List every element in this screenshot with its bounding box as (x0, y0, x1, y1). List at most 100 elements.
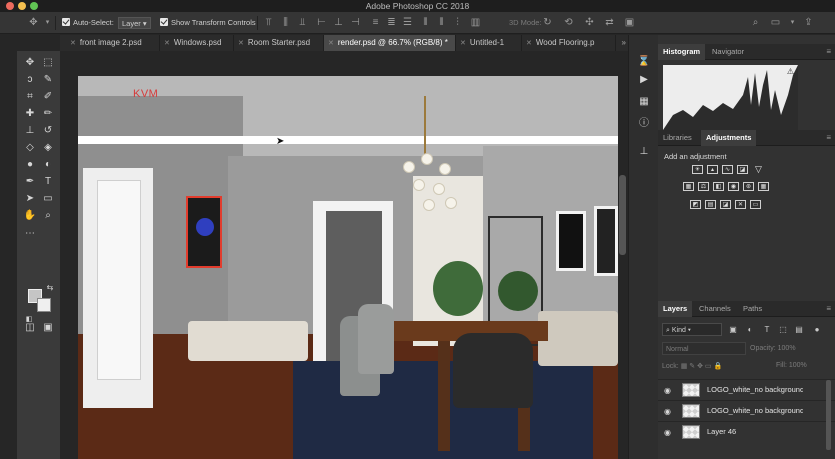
auto-select-checkbox[interactable]: Auto-Select: (62, 17, 114, 29)
tab-untitled-1[interactable]: ✕ Untitled-1 (456, 35, 522, 51)
lasso-tool-icon[interactable]: ↄ (23, 73, 37, 87)
eye-visibility-icon[interactable]: ◉ (664, 407, 671, 416)
panel-menu-icon[interactable]: ≡ (826, 133, 831, 142)
tab-front-image-2[interactable]: ✕ front image 2.psd (66, 35, 160, 51)
distribute-bottom-icon[interactable]: ☰ (402, 17, 413, 28)
brush-tool-icon[interactable]: ✏ (41, 107, 55, 121)
workspace-dropdown-icon[interactable]: ▾ (787, 17, 798, 28)
paint-bucket-tool-icon[interactable]: ◈ (41, 141, 55, 155)
align-top-icon[interactable]: ⫪ (263, 17, 274, 28)
scale-3d-icon[interactable]: ▣ (624, 17, 635, 28)
lock-image-icon[interactable]: ✎ (689, 363, 695, 370)
close-tab-icon[interactable]: ✕ (164, 40, 170, 47)
distribute-right-icon[interactable]: ⫶ (452, 17, 463, 28)
warning-icon[interactable]: ⚠ (787, 67, 794, 76)
share-icon[interactable]: ⇪ (803, 17, 814, 28)
tab-navigator[interactable]: Navigator (707, 44, 749, 60)
photo-filter-icon[interactable]: ◉ (728, 182, 739, 191)
lock-all-icon[interactable]: 🔒 (714, 363, 723, 370)
tab-histogram[interactable]: Histogram (658, 44, 706, 60)
tab-adjustments[interactable]: Adjustments (701, 130, 757, 146)
distribute-hcenter-icon[interactable]: ⫴ (436, 17, 447, 28)
lock-position-icon[interactable]: ✥ (697, 363, 703, 370)
slide-3d-icon[interactable]: ⇄ (604, 17, 615, 28)
workspace-icon[interactable]: ▭ (770, 17, 781, 28)
lock-transparent-icon[interactable]: ▦ (681, 363, 688, 370)
filter-toggle-icon[interactable]: ● (812, 324, 822, 335)
pen-tool-icon[interactable]: ✒ (23, 175, 37, 189)
auto-select-target-select[interactable]: Layer ▾ (118, 17, 151, 29)
tab-render[interactable]: ✕ render.psd @ 66.7% (RGB/8) * (324, 35, 456, 51)
zoom-tool-icon[interactable]: ⌕ (41, 209, 55, 223)
eye-visibility-icon[interactable]: ◉ (664, 428, 671, 437)
panel-menu-icon[interactable]: ≡ (826, 47, 831, 56)
hand-tool-icon[interactable]: ✋ (23, 209, 37, 223)
curves-icon[interactable]: ∿ (722, 165, 733, 174)
search-icon[interactable]: ⌕ (750, 17, 761, 28)
clone-stamp-tool-icon[interactable]: ⊥ (23, 124, 37, 138)
color-balance-icon[interactable]: ⚖ (698, 182, 709, 191)
history-brush-tool-icon[interactable]: ↺ (41, 124, 55, 138)
move-tool-icon[interactable]: ✥ (28, 17, 39, 28)
selective-color-icon[interactable]: ✕ (735, 200, 746, 209)
align-vertical-center-icon[interactable]: ⫼ (280, 17, 291, 28)
healing-brush-tool-icon[interactable]: ✚ (23, 107, 37, 121)
close-tab-icon[interactable]: ✕ (328, 40, 334, 47)
color-lookup-icon[interactable]: ▦ (758, 182, 769, 191)
tab-libraries[interactable]: Libraries (658, 130, 697, 146)
screen-mode-icon[interactable]: ▣ (41, 321, 55, 335)
blend-mode-select[interactable]: Normal (662, 342, 746, 355)
dodge-tool-icon[interactable]: ◐ (41, 158, 55, 172)
filter-type-icon[interactable]: T (762, 324, 772, 335)
properties-panel-icon[interactable]: ▦ (637, 95, 651, 109)
panel-menu-icon[interactable]: ≡ (826, 304, 831, 313)
background-color-swatch[interactable] (37, 298, 51, 312)
tab-paths[interactable]: Paths (738, 301, 767, 317)
eraser-tool-icon[interactable]: ◇ (23, 141, 37, 155)
posterize-icon[interactable]: ▤ (705, 200, 716, 209)
close-tab-icon[interactable]: ✕ (238, 40, 244, 47)
channel-mixer-icon[interactable]: ⊛ (743, 182, 754, 191)
layer-row[interactable]: ◉ Layer 46 (658, 421, 835, 442)
canvas-vertical-scrollbar[interactable] (619, 175, 626, 255)
filter-pixel-icon[interactable]: ▣ (728, 324, 738, 335)
roll-3d-icon[interactable]: ⟲ (563, 17, 574, 28)
crop-tool-icon[interactable]: ⌗ (23, 90, 37, 104)
align-left-icon[interactable]: ⊢ (316, 17, 327, 28)
tabs-overflow-icon[interactable]: » (622, 35, 626, 51)
rectangle-tool-icon[interactable]: ▭ (41, 192, 55, 206)
character-panel-icon[interactable]: ⊥ (637, 145, 651, 159)
orbit-3d-icon[interactable]: ↻ (542, 17, 553, 28)
layer-kind-select[interactable]: ⌕ Kind ▾ (662, 323, 722, 336)
filter-shape-icon[interactable]: ⬚ (778, 324, 788, 335)
filter-smart-object-icon[interactable]: ▤ (794, 324, 804, 335)
show-transform-controls-checkbox[interactable]: Show Transform Controls (160, 17, 256, 29)
blur-tool-icon[interactable]: ● (23, 158, 37, 172)
tab-wood-flooring[interactable]: ✕ Wood Flooring.p (522, 35, 616, 51)
align-bottom-icon[interactable]: ⫫ (297, 17, 308, 28)
tab-room-starter[interactable]: ✕ Room Starter.psd (234, 35, 324, 51)
threshold-icon[interactable]: ◪ (720, 200, 731, 209)
tab-windows[interactable]: ✕ Windows.psd (160, 35, 234, 51)
layer-row[interactable]: ◉ LOGO_white_no background (658, 400, 835, 421)
more-tools-icon[interactable]: ⋯ (23, 227, 37, 241)
history-panel-icon[interactable]: ⌛ (637, 55, 651, 69)
layer-row[interactable]: ◉ LOGO_white_no background (658, 379, 835, 400)
gradient-map-icon[interactable]: ▭ (750, 200, 761, 209)
distribute-left-icon[interactable]: ⦀ (420, 17, 431, 28)
eyedropper-tool-icon[interactable]: ✐ (41, 90, 55, 104)
align-horizontal-center-icon[interactable]: ⊥ (333, 17, 344, 28)
document-canvas[interactable]: KVM ➤ (78, 76, 618, 459)
lock-artboard-icon[interactable]: ▭ (705, 363, 712, 370)
vibrance-icon[interactable]: ▽ (753, 165, 764, 174)
quick-select-tool-icon[interactable]: ✎ (41, 73, 55, 87)
exposure-icon[interactable]: ◪ (737, 165, 748, 174)
hue-saturation-icon[interactable]: ▦ (683, 182, 694, 191)
close-tab-icon[interactable]: ✕ (526, 40, 532, 47)
tab-channels[interactable]: Channels (694, 301, 736, 317)
distribute-top-icon[interactable]: ≡ (370, 17, 381, 28)
tool-preset-dropdown-icon[interactable]: ▾ (42, 17, 53, 28)
levels-icon[interactable]: ▴ (707, 165, 718, 174)
distribute-vcenter-icon[interactable]: ≣ (386, 17, 397, 28)
tab-layers[interactable]: Layers (658, 301, 693, 317)
